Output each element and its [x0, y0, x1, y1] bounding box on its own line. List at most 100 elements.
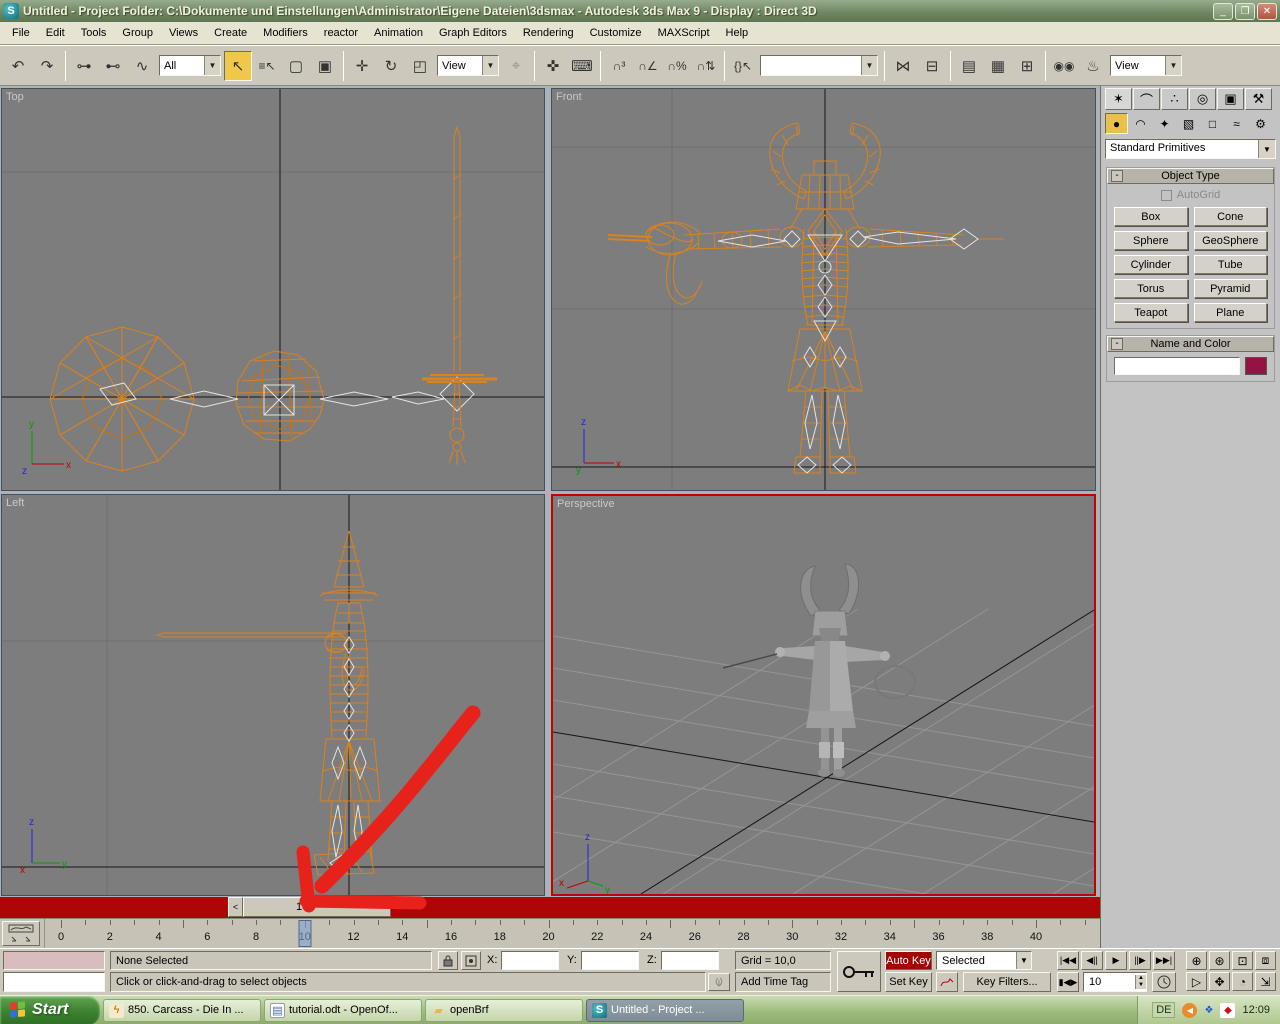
- antivirus-icon[interactable]: ◆: [1220, 1003, 1235, 1018]
- viewport-perspective-label[interactable]: Perspective: [557, 498, 614, 510]
- pan-button[interactable]: ✥: [1209, 972, 1230, 991]
- taskbar-task[interactable]: ▰ openBrf: [425, 999, 583, 1022]
- arc-rotate-button[interactable]: ◔: [1232, 972, 1253, 991]
- menu-item[interactable]: Views: [161, 24, 206, 42]
- key-filters-button[interactable]: Key Filters...: [963, 972, 1051, 992]
- tab-utilities[interactable]: ⚒: [1245, 88, 1272, 110]
- material-editor-icon[interactable]: ◉◉: [1050, 51, 1078, 81]
- object-type-button[interactable]: Torus: [1114, 279, 1188, 298]
- subtab-helpers[interactable]: □: [1201, 113, 1224, 134]
- y-coord-field[interactable]: [581, 951, 639, 970]
- collapse-chevron-icon[interactable]: ◀: [1182, 1003, 1197, 1018]
- subtab-systems[interactable]: ⚙: [1249, 113, 1272, 134]
- time-configuration-button[interactable]: [1152, 972, 1176, 992]
- set-keys-button[interactable]: [837, 951, 881, 992]
- object-type-button[interactable]: Plane: [1194, 303, 1268, 322]
- select-by-name-icon[interactable]: ≡↖: [253, 51, 281, 81]
- object-name-field[interactable]: [1114, 357, 1240, 375]
- angle-snap-toggle-icon[interactable]: ∩∠: [634, 51, 662, 81]
- field-of-view-button[interactable]: ▷: [1186, 972, 1207, 991]
- timeline-ruler[interactable]: 0246810121416182022242628303234363840: [44, 919, 1100, 949]
- object-type-button[interactable]: Box: [1114, 207, 1188, 226]
- key-mode-toggle-button[interactable]: ▮◀▶: [1057, 972, 1079, 992]
- go-to-start-button[interactable]: |◀◀: [1057, 951, 1079, 970]
- taskbar-task[interactable]: S Untitled - Project ...: [586, 999, 744, 1022]
- menu-item[interactable]: Help: [718, 24, 757, 42]
- viewport-perspective[interactable]: Perspective: [551, 494, 1096, 896]
- object-type-rollout-header[interactable]: - Object Type: [1107, 168, 1274, 184]
- key-selection-dropdown[interactable]: Selected ▼: [936, 951, 1032, 970]
- x-coord-field[interactable]: [501, 951, 559, 970]
- min-max-toggle-button[interactable]: ⇲: [1255, 972, 1276, 991]
- menu-item[interactable]: Tools: [73, 24, 115, 42]
- named-selection-sets-dropdown[interactable]: ▼: [760, 55, 878, 76]
- subtab-shapes[interactable]: ◠: [1129, 113, 1152, 134]
- name-color-rollout-header[interactable]: - Name and Color: [1107, 336, 1274, 352]
- selection-lock-icon[interactable]: [438, 951, 458, 970]
- subtab-geometry[interactable]: ●: [1105, 113, 1128, 134]
- subtab-lights[interactable]: ✦: [1153, 113, 1176, 134]
- tab-modify[interactable]: ⌒: [1133, 88, 1160, 110]
- menu-item[interactable]: Group: [114, 24, 161, 42]
- maxscript-mini-recorder[interactable]: [3, 951, 105, 970]
- primitives-category-dropdown[interactable]: Standard Primitives ▼: [1105, 139, 1276, 159]
- select-and-manipulate-icon[interactable]: ✜: [539, 51, 567, 81]
- redo-icon[interactable]: ↷: [33, 51, 61, 81]
- frame-spinner[interactable]: ▲▼: [1135, 975, 1146, 989]
- spinner-snap-toggle-icon[interactable]: ∩⇅: [692, 51, 720, 81]
- menu-item[interactable]: Create: [206, 24, 255, 42]
- viewport-left-label[interactable]: Left: [6, 497, 24, 509]
- menu-item[interactable]: Modifiers: [255, 24, 316, 42]
- menu-item[interactable]: Rendering: [515, 24, 582, 42]
- set-key-button[interactable]: Set Key: [885, 972, 932, 992]
- track-bar[interactable]: 0246810121416182022242628303234363840: [0, 918, 1100, 948]
- start-button[interactable]: Start: [0, 996, 100, 1024]
- chevron-down-icon[interactable]: ▼: [861, 56, 877, 75]
- tab-hierarchy[interactable]: ∴: [1161, 88, 1188, 110]
- minimize-button[interactable]: _: [1213, 3, 1233, 20]
- align-icon[interactable]: ⊟: [918, 51, 946, 81]
- status-utility-icon[interactable]: [708, 973, 730, 991]
- select-and-scale-icon[interactable]: ◰: [406, 51, 434, 81]
- zoom-extents-all-button[interactable]: ⧈: [1255, 951, 1276, 970]
- zoom-button[interactable]: ⊕: [1186, 951, 1207, 970]
- unlink-selection-icon[interactable]: ⊷: [99, 51, 127, 81]
- zoom-all-button[interactable]: ⊛: [1209, 951, 1230, 970]
- chevron-down-icon[interactable]: ▼: [204, 56, 220, 75]
- collapse-icon[interactable]: -: [1111, 338, 1123, 350]
- play-button[interactable]: ▶: [1105, 951, 1127, 970]
- viewport-top[interactable]: Top: [1, 88, 545, 491]
- select-and-move-icon[interactable]: ✛: [348, 51, 376, 81]
- object-type-button[interactable]: Pyramid: [1194, 279, 1268, 298]
- collapse-icon[interactable]: -: [1111, 170, 1123, 182]
- render-scene-icon[interactable]: ♨: [1079, 51, 1107, 81]
- taskbar-task[interactable]: ϟ 850. Carcass - Die In ...: [103, 999, 261, 1022]
- maxscript-mini-listener[interactable]: [3, 972, 105, 992]
- chevron-down-icon[interactable]: ▼: [1258, 140, 1275, 158]
- rectangular-selection-region-icon[interactable]: ▢: [282, 51, 310, 81]
- menu-item[interactable]: Edit: [38, 24, 73, 42]
- select-and-rotate-icon[interactable]: ↻: [377, 51, 405, 81]
- select-object-icon[interactable]: ↖: [224, 51, 252, 81]
- menu-item[interactable]: Customize: [582, 24, 650, 42]
- percent-snap-toggle-icon[interactable]: ∩%: [663, 51, 691, 81]
- window-crossing-toggle-icon[interactable]: ▣: [311, 51, 339, 81]
- viewport-top-label[interactable]: Top: [6, 91, 24, 103]
- render-type-dropdown[interactable]: View▼: [1110, 55, 1182, 76]
- menu-item[interactable]: reactor: [316, 24, 366, 42]
- reference-coordinate-system-dropdown[interactable]: View▼: [437, 55, 499, 76]
- menu-item[interactable]: Graph Editors: [431, 24, 515, 42]
- go-to-end-button[interactable]: ▶▶|: [1153, 951, 1175, 970]
- object-type-button[interactable]: Teapot: [1114, 303, 1188, 322]
- zoom-extents-button[interactable]: ⊡: [1232, 951, 1253, 970]
- mirror-icon[interactable]: ⋈: [889, 51, 917, 81]
- next-frame-button[interactable]: ||▶: [1129, 951, 1151, 970]
- viewport-left[interactable]: Left: [1, 494, 545, 896]
- z-coord-field[interactable]: [661, 951, 719, 970]
- undo-icon[interactable]: ↶: [4, 51, 32, 81]
- previous-frame-arrow[interactable]: <: [228, 897, 243, 917]
- tab-create[interactable]: ✶: [1105, 88, 1132, 110]
- select-and-link-icon[interactable]: ⊶: [70, 51, 98, 81]
- object-type-button[interactable]: GeoSphere: [1194, 231, 1268, 250]
- current-frame-marker[interactable]: [298, 920, 311, 947]
